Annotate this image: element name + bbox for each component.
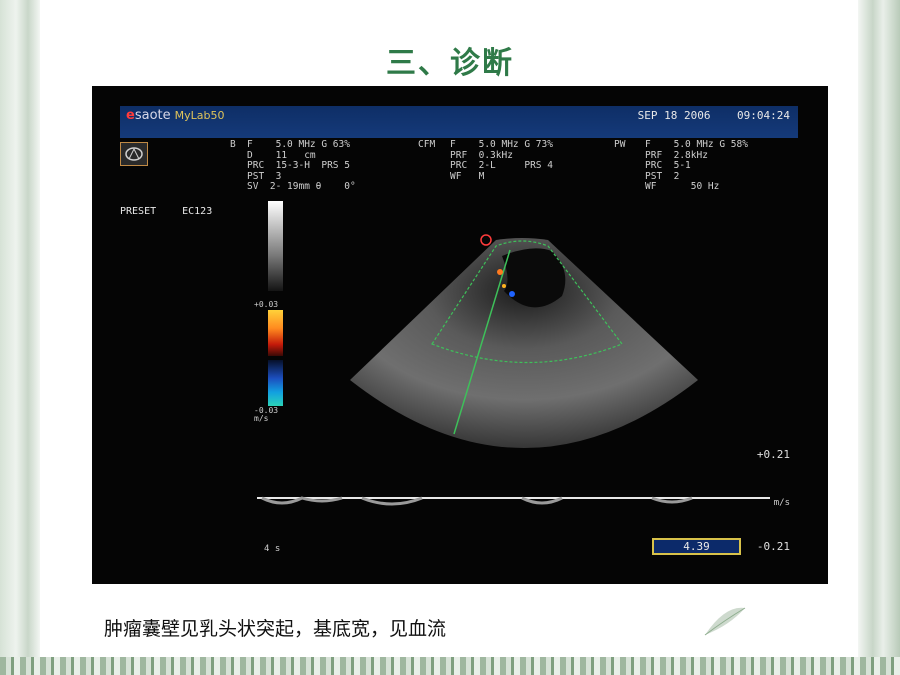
flow-signal-orange [502, 284, 506, 288]
velocity-bottom: -0.21 [756, 540, 790, 553]
orientation-marker [480, 234, 492, 246]
right-decoration [858, 0, 900, 675]
velocity-top: +0.21 [756, 448, 790, 461]
ultrasound-screen: esaote MyLab50 SEP 18 2006 09:04:24 B F 5… [92, 86, 828, 584]
sector-image [257, 234, 770, 506]
flow-signal-red [497, 269, 503, 275]
velocity-unit: m/s [773, 498, 790, 508]
measurement-box: 4.39 [652, 538, 741, 555]
leaf-icon [704, 607, 746, 636]
time-scale: 4 s [264, 544, 281, 554]
bottom-decoration [0, 657, 900, 675]
slide-title: 三、诊断 [386, 46, 514, 81]
left-decoration [0, 0, 40, 675]
flow-signal-blue [509, 291, 515, 297]
slide-caption: 肿瘤囊壁见乳头状突起，基底宽，见血流 [104, 618, 447, 640]
